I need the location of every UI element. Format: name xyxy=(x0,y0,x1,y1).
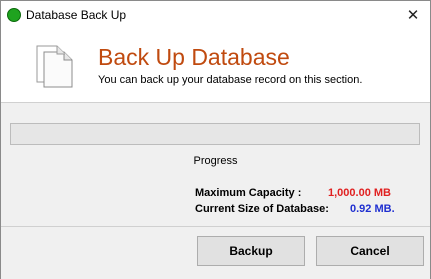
current-size-value: 0.92 MB. xyxy=(350,203,395,215)
page-title: Back Up Database xyxy=(98,44,290,70)
progress-label: Progress xyxy=(193,155,238,167)
close-icon[interactable]: ✕ xyxy=(400,3,426,27)
title-bar[interactable]: Database Back Up ✕ xyxy=(1,1,430,30)
dialog-header: Back Up Database You can back up your da… xyxy=(1,30,430,103)
backup-progress-bar xyxy=(10,123,420,145)
max-capacity-label: Maximum Capacity : xyxy=(195,187,302,199)
documents-icon xyxy=(35,42,75,93)
page-subtitle: You can back up your database record on … xyxy=(98,74,363,86)
backup-dialog: Database Back Up ✕ Back Up Database You … xyxy=(0,0,431,279)
current-size-label: Current Size of Database: xyxy=(195,203,329,215)
dialog-footer: Backup Cancel xyxy=(1,226,430,279)
cancel-button[interactable]: Cancel xyxy=(316,236,424,266)
backup-button[interactable]: Backup xyxy=(197,236,305,266)
max-capacity-value: 1,000.00 MB xyxy=(328,187,391,199)
app-status-icon xyxy=(7,8,21,22)
window-title: Database Back Up xyxy=(26,8,127,22)
